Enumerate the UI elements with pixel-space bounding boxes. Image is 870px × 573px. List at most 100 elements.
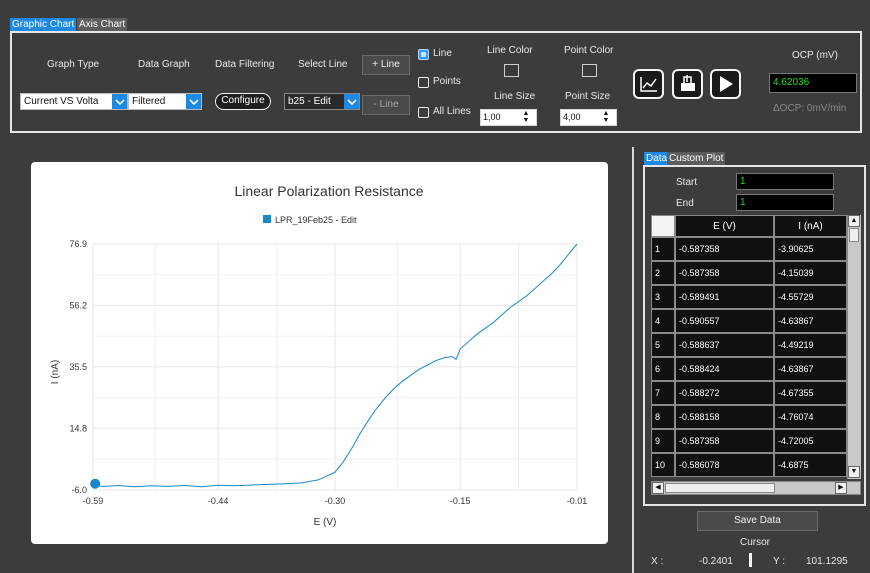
table-row[interactable]: 7 -0.588272 -4.67355 (651, 381, 847, 405)
scroll-left-icon[interactable]: ◀ (652, 482, 664, 494)
y-tick-label: -6.0 (71, 485, 87, 495)
graph-type-label: Graph Type (47, 59, 100, 70)
ocp-readout: 4.62036 (769, 73, 857, 93)
table-vertical-scrollbar[interactable]: ▲ ▼ (847, 215, 861, 479)
line-color-swatch[interactable] (504, 64, 519, 77)
end-label: End (676, 198, 694, 209)
cell-e: -0.589491 (675, 285, 774, 309)
table-row[interactable]: 4 -0.590557 -4.63867 (651, 309, 847, 333)
spinner-arrows-icon[interactable]: ▲ ▼ (518, 110, 534, 125)
select-line-value: b25 - Edit (288, 96, 331, 107)
ocp-label: OCP (mV) (792, 50, 838, 61)
table-row[interactable]: 8 -0.588158 -4.76074 (651, 405, 847, 429)
chart-icon (639, 77, 657, 92)
scroll-down-icon[interactable]: ▼ (848, 466, 860, 478)
save-data-button[interactable]: Save Data (697, 511, 818, 531)
data-graph-select[interactable]: Filtered (128, 93, 202, 110)
table-row[interactable]: 9 -0.587358 -4.72005 (651, 429, 847, 453)
remove-line-button[interactable]: - Line (362, 95, 410, 115)
cell-i: -4.72005 (774, 429, 847, 453)
x-tick-label: -0.01 (567, 496, 588, 506)
select-line-select[interactable]: b25 - Edit (284, 93, 360, 110)
tab-graphic-chart[interactable]: Graphic Chart (10, 18, 77, 31)
x-tick-label: -0.30 (325, 496, 346, 506)
chart-title: Linear Polarization Resistance (234, 183, 423, 199)
row-number: 7 (651, 381, 675, 405)
column-header-e[interactable]: E (V) (675, 215, 774, 237)
hscroll-thumb[interactable] (665, 483, 775, 493)
tab-data[interactable]: Data (644, 152, 670, 165)
table-row[interactable]: 5 -0.588637 -4.49219 (651, 333, 847, 357)
cell-i: -4.15039 (774, 261, 847, 285)
x-tick-label: -0.15 (450, 496, 471, 506)
column-header-i[interactable]: I (nA) (774, 215, 847, 237)
table-row[interactable]: 3 -0.589491 -4.55729 (651, 285, 847, 309)
lpr-chart[interactable]: Linear Polarization Resistance LPR_19Feb… (31, 162, 608, 544)
line-size-spinner[interactable]: 1,00 ▲ ▼ (480, 109, 537, 126)
cursor-y-value: 101.1295 (806, 556, 848, 567)
start-input[interactable]: 1 (736, 173, 834, 190)
legend-swatch (263, 215, 271, 223)
end-input[interactable]: 1 (736, 194, 834, 211)
line-mode-radio[interactable] (418, 49, 429, 60)
table-row[interactable]: 10 -0.586078 -4.6875 (651, 453, 847, 477)
series-line (94, 243, 578, 488)
export-icon (680, 75, 695, 91)
panel-divider (632, 147, 634, 573)
scroll-thumb[interactable] (849, 228, 859, 242)
play-button[interactable] (710, 69, 741, 99)
axis-ticks: -0.59 -0.44 -0.30 -0.15 -0.01 76.9 56.2 35.5 14.… (69, 239, 587, 506)
points-mode-radio[interactable] (418, 77, 429, 88)
x-tick-label: -0.59 (83, 496, 104, 506)
y-tick-label: 56.2 (69, 300, 87, 310)
delta-ocp-label: ΔOCP: 0mV/min (773, 103, 847, 114)
spinner-arrows-icon[interactable]: ▲ ▼ (598, 110, 614, 125)
data-table[interactable]: E (V) I (nA) 1 -0.587358 -3.90625 2 -0.58735… (651, 215, 861, 479)
configure-button[interactable]: Configure (215, 93, 271, 110)
table-row[interactable]: 1 -0.587358 -3.90625 (651, 237, 847, 261)
all-lines-checkbox[interactable] (418, 107, 429, 118)
line-mode-label: Line (433, 48, 452, 59)
table-horizontal-scrollbar[interactable]: ◀ ▶ (651, 481, 861, 495)
cursor-x-value: -0.2401 (699, 556, 733, 567)
cell-i: -4.76074 (774, 405, 847, 429)
scroll-right-icon[interactable]: ▶ (835, 482, 847, 494)
graph-type-value: Current VS Volta (24, 96, 99, 107)
point-color-swatch[interactable] (582, 64, 597, 77)
cell-i: -4.6875 (774, 453, 847, 477)
chevron-down-icon (112, 94, 127, 109)
play-icon (719, 76, 733, 92)
cell-i: -4.63867 (774, 357, 847, 381)
start-label: Start (676, 177, 698, 188)
cursor-y-label: Y : (773, 556, 786, 567)
add-line-button[interactable]: + Line (362, 55, 410, 75)
chart-panel: Linear Polarization Resistance LPR_19Feb… (31, 162, 608, 544)
graph-type-select[interactable]: Current VS Volta (20, 93, 128, 110)
legend-label: LPR_19Feb25 - Edit (275, 215, 357, 225)
line-size-label: Line Size (494, 91, 536, 102)
table-corner (651, 215, 675, 237)
gridlines (92, 243, 578, 491)
scroll-up-icon[interactable]: ▲ (848, 215, 860, 227)
export-button[interactable] (672, 69, 703, 99)
table-row[interactable]: 6 -0.588424 -4.63867 (651, 357, 847, 381)
x-axis-label: E (V) (314, 517, 337, 528)
table-row[interactable]: 2 -0.587358 -4.15039 (651, 261, 847, 285)
cell-e: -0.590557 (675, 309, 774, 333)
tab-axis-chart[interactable]: Axis Chart (77, 18, 128, 31)
line-color-label: Line Color (487, 45, 533, 56)
cell-e: -0.587358 (675, 237, 774, 261)
row-number: 6 (651, 357, 675, 381)
select-line-label: Select Line (298, 59, 348, 70)
point-size-spinner[interactable]: 4,00 ▲ ▼ (560, 109, 617, 126)
row-number: 4 (651, 309, 675, 333)
point-size-value: 4,00 (563, 112, 581, 122)
cursor-label: Cursor (740, 537, 771, 548)
cell-e: -0.587358 (675, 261, 774, 285)
cell-e: -0.588158 (675, 405, 774, 429)
chart-view-button[interactable] (633, 69, 664, 99)
row-number: 5 (651, 333, 675, 357)
cell-i: -3.90625 (774, 237, 847, 261)
cursor-divider (749, 553, 752, 567)
tab-custom-plot[interactable]: Custom Plot (667, 152, 726, 165)
